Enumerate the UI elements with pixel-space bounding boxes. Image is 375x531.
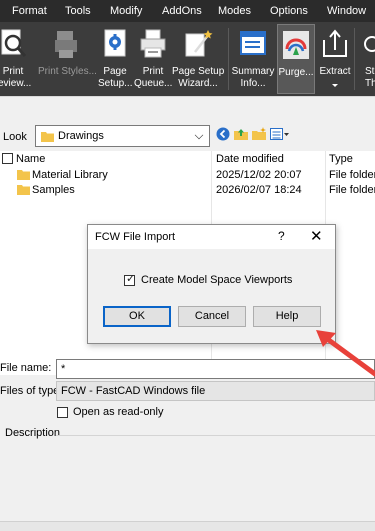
summary-info-button[interactable]: Summary Info... [230,24,276,94]
annotation-arrow-icon [316,330,375,377]
purge-button[interactable]: Purge... [277,24,315,94]
menu-bar: Format Tools Modify AddOns Modes Options… [0,0,375,22]
readonly-label: Open as read-only [73,406,164,418]
file-type: File folder [329,169,375,181]
ribbon-separator [228,28,229,90]
print-preview-button[interactable]: Printreview... [0,24,34,94]
fcw-import-modal: FCW File Import ? ✕ ✓ Create Model Space… [87,224,336,344]
thumbnail-button[interactable]: StThum [355,24,375,94]
list-item[interactable]: Samples 2026/02/07 18:24 File folder [0,182,375,198]
page-setup-wizard-button[interactable]: Page Setup Wizard... [172,24,224,94]
cancel-button[interactable]: Cancel [178,306,246,327]
print-styles-icon [55,31,77,58]
purge-icon [283,31,309,59]
look-in-label: Look [3,131,27,143]
menu-modes[interactable]: Modes [218,5,251,17]
modal-titlebar: FCW File Import ? ✕ [88,225,335,249]
file-date: 2025/12/02 20:07 [216,169,302,181]
up-folder-icon[interactable] [234,127,248,141]
modal-title: FCW File Import [95,231,176,243]
chevron-down-icon [194,130,204,140]
page-setup-button[interactable]: Page Setup... [98,24,132,94]
menu-options[interactable]: Options [270,5,308,17]
bottom-strip [0,521,375,531]
file-type-select[interactable]: FCW - FastCAD Windows file [56,381,375,401]
back-icon[interactable] [216,127,230,141]
file-date: 2026/02/07 18:24 [216,184,302,196]
menu-addons[interactable]: AddOns [162,5,202,17]
page-setup-icon [104,29,126,57]
file-type-label: Files of type: [0,385,63,397]
help-icon[interactable]: ? [278,229,285,243]
summary-info-icon [240,31,266,55]
file-name: Samples [32,184,75,196]
file-name: Material Library [32,169,108,181]
folder-icon [41,132,54,142]
print-queue-button[interactable]: Print Queue... [134,24,172,94]
extract-dropdown-arrow-icon[interactable] [332,84,338,87]
menu-format[interactable]: Format [12,5,47,17]
file-name-label: File name: [0,362,52,374]
ok-button[interactable]: OK [103,306,171,327]
page-setup-wizard-icon [185,30,213,57]
new-folder-icon[interactable] [252,127,266,141]
look-in-combo[interactable]: Drawings [35,125,210,147]
file-name-value: * [61,363,66,375]
readonly-checkbox[interactable] [57,407,68,418]
folder-icon [17,185,30,195]
model-space-viewports-label: Create Model Space Viewports [141,274,293,286]
description-label: Description [5,427,61,439]
file-type-value: FCW - FastCAD Windows file [61,385,206,397]
print-queue-icon [140,29,166,58]
close-icon[interactable]: ✕ [310,227,323,245]
list-item[interactable]: Material Library 2025/12/02 20:07 File f… [0,167,375,183]
view-menu-icon[interactable] [270,127,290,141]
select-all-checkbox[interactable] [2,153,13,164]
menu-window[interactable]: Window [327,5,366,17]
extract-icon [323,29,347,57]
ribbon: Printreview... Print Styles... PageSetup… [0,22,375,96]
menu-modify[interactable]: Modify [110,5,142,17]
checkmark-icon: ✓ [126,273,136,285]
menu-tools[interactable]: Tools [65,5,91,17]
extract-button[interactable]: Extract [318,24,352,94]
thumbnail-icon [364,36,375,52]
file-type: File folder [329,184,375,196]
print-styles-button[interactable]: Print Styles... [38,24,97,94]
description-divider [0,435,375,436]
look-in-value: Drawings [58,130,104,142]
folder-icon [17,170,30,180]
print-preview-icon [1,29,27,57]
